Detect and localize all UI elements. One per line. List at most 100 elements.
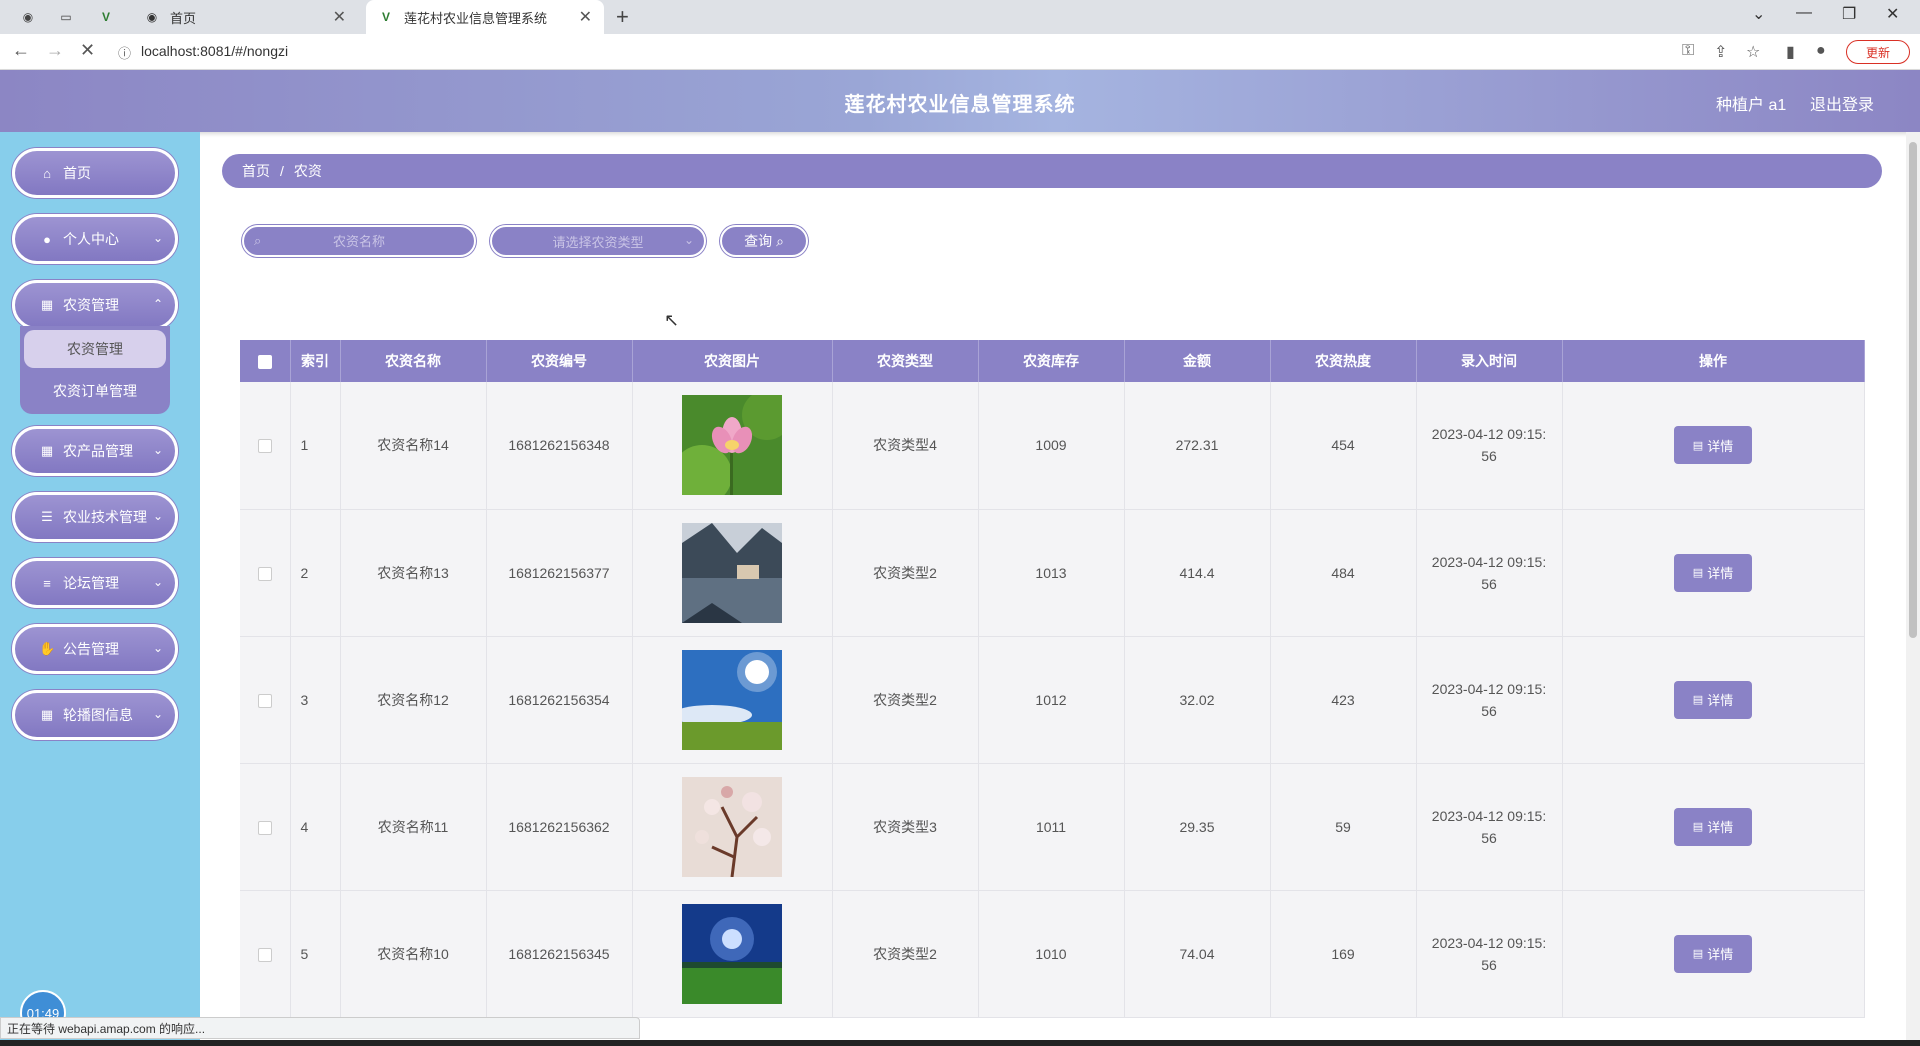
row-select-cell [240,636,291,764]
restore-icon[interactable]: ❐ [1842,4,1856,24]
cell-amount: 32.02 [1124,636,1271,764]
row-checkbox[interactable] [257,693,272,708]
forward-icon[interactable]: → [46,40,64,61]
detail-button[interactable]: ▤ 详情 [1674,934,1752,973]
cell-name: 农资名称13 [340,509,487,637]
table-header-row: 索引 农资名称 农资编号 农资图片 农资类型 农资库存 金额 农资热度 录入时间… [240,340,1865,382]
mouse-cursor: ↖ [664,310,680,330]
select-all-checkbox[interactable] [257,355,272,370]
vue-tab-icon[interactable]: V [98,9,114,25]
close-icon[interactable]: ✕ [333,7,346,27]
sidebar-item-products[interactable]: ▦ 农产品管理 ⌄ [12,426,178,476]
sidebar-item-technology[interactable]: ☰ 农业技术管理 ⌄ [12,492,178,542]
cell-name: 农资名称14 [340,382,487,510]
cell-type: 农资类型2 [832,890,979,1018]
cell-name: 农资名称11 [340,763,487,891]
scrollbar-thumb[interactable] [1909,142,1917,638]
row-checkbox[interactable] [257,820,272,835]
profile-icon[interactable]: ● [1816,42,1826,60]
new-tab-icon[interactable]: + [616,4,629,30]
column-header: 索引 [290,340,341,382]
supply-image [633,522,832,623]
browser-tab-home[interactable]: ◉ 首页 ✕ [132,0,358,34]
row-checkbox[interactable] [257,439,272,454]
row-checkbox[interactable] [257,947,272,962]
time-part-1: 2023-04-12 09:15: [1431,934,1547,951]
submenu-item-supply-orders[interactable]: 农资订单管理 [24,372,166,410]
query-label: 查询 [744,233,773,249]
logout-link[interactable]: 退出登录 [1810,91,1874,115]
sidebar-item-label: 首页 [63,165,91,181]
minimize-icon[interactable]: — [1796,4,1812,22]
cell-stock: 1009 [978,382,1125,510]
cell-type: 农资类型3 [832,763,979,891]
type-select[interactable]: 请选择农资类型 ⌄ [490,225,706,257]
name-search-box[interactable]: ⌕ [242,225,476,257]
sidebar-item-notices[interactable]: ✋ 公告管理 ⌄ [12,624,178,674]
star-icon[interactable]: ☆ [1746,42,1760,62]
name-search-input[interactable] [284,233,434,249]
grid-icon: ▦ [40,297,54,312]
url-text[interactable]: localhost:8081/#/nongzi [141,43,288,59]
search-icon: ⌕ [254,233,262,248]
close-icon[interactable]: ✕ [579,7,592,27]
chevron-down-icon[interactable]: ⌄ [1752,4,1765,24]
cell-image [632,636,833,764]
column-header: 农资库存 [978,340,1125,382]
browser-tab-bar: ◉ ▭ V ◉ 首页 ✕ V 莲花村农业信息管理系统 ✕ + ⌄ — ❐ ✕ [0,0,1920,34]
back-icon[interactable]: ← [12,40,30,61]
document-icon: ▤ [1692,439,1704,452]
table-row: 3 农资名称12 1681262156354 农资类型2 1012 32.02 423 202… [240,636,1865,764]
cell-image [632,890,833,1018]
detail-button[interactable]: ▤ 详情 [1674,807,1752,846]
share-icon[interactable]: ⇪ [1714,42,1727,62]
time-part-1: 2023-04-12 09:15: [1431,426,1547,443]
globe-icon[interactable]: ◉ [20,9,36,25]
sidebar-item-label: 轮播图信息 [63,707,133,723]
sidepanel-icon[interactable]: ▮ [1786,42,1795,62]
blank-tab-icon[interactable]: ▭ [58,9,74,25]
select-all-cell [240,340,291,382]
update-button[interactable]: 更新 [1846,40,1910,64]
sidebar-item-forum[interactable]: ≡ 论坛管理 ⌄ [12,558,178,608]
cell-image [632,509,833,637]
browser-tab-active[interactable]: V 莲花村农业信息管理系统 ✕ [366,0,604,34]
detail-button[interactable]: ▤ 详情 [1674,426,1752,465]
query-button[interactable]: 查询 ⌕ [720,225,808,257]
current-user: 种植户 a1 [1716,97,1787,114]
cell-actions: ▤ 详情 [1562,636,1865,764]
detail-button[interactable]: ▤ 详情 [1674,680,1752,719]
search-icon: ⌕ [776,232,784,249]
cell-actions: ▤ 详情 [1562,509,1865,637]
list-icon: ≡ [43,575,51,591]
cell-code: 1681262156345 [486,890,633,1018]
status-bar: 正在等待 webapi.amap.com 的响应... [0,1017,640,1039]
document-icon: ▤ [1692,567,1704,579]
key-icon[interactable]: ⚿ [1682,42,1694,60]
close-window-icon[interactable]: ✕ [1886,4,1899,24]
chevron-down-icon: ⌄ [152,575,163,589]
detail-label: 详情 [1707,566,1734,581]
cell-type: 农资类型2 [832,636,979,764]
detail-label: 详情 [1707,438,1734,454]
cell-index: 2 [290,509,341,637]
supply-image [633,776,832,877]
sidebar-item-carousel[interactable]: ▦ 轮播图信息 ⌄ [12,690,178,740]
sidebar-item-supplies[interactable]: ▦ 农资管理 ⌃ [12,280,178,330]
sidebar-item-label: 农业技术管理 [63,509,147,525]
document-icon: ▤ [1692,948,1704,960]
supplies-table: 索引 农资名称 农资编号 农资图片 农资类型 农资库存 金额 农资热度 录入时间… [240,340,1865,1018]
page-scrollbar[interactable] [1906,132,1920,1046]
breadcrumb-home[interactable]: 首页 [242,161,270,181]
submenu-item-supplies[interactable]: 农资管理 [24,330,166,368]
stop-loading-icon[interactable]: ✕ [80,40,95,61]
site-info-icon[interactable]: ⓘ [118,43,131,62]
column-header: 操作 [1562,340,1865,382]
cell-type: 农资类型2 [832,509,979,637]
sidebar-item-home[interactable]: ⌂ 首页 [12,148,178,198]
sidebar-item-personal-center[interactable]: ● 个人中心 ⌄ [12,214,178,264]
row-checkbox[interactable] [257,566,272,581]
cell-code: 1681262156362 [486,763,633,891]
detail-button[interactable]: ▤ 详情 [1674,553,1752,592]
cell-stock: 1012 [978,636,1125,764]
